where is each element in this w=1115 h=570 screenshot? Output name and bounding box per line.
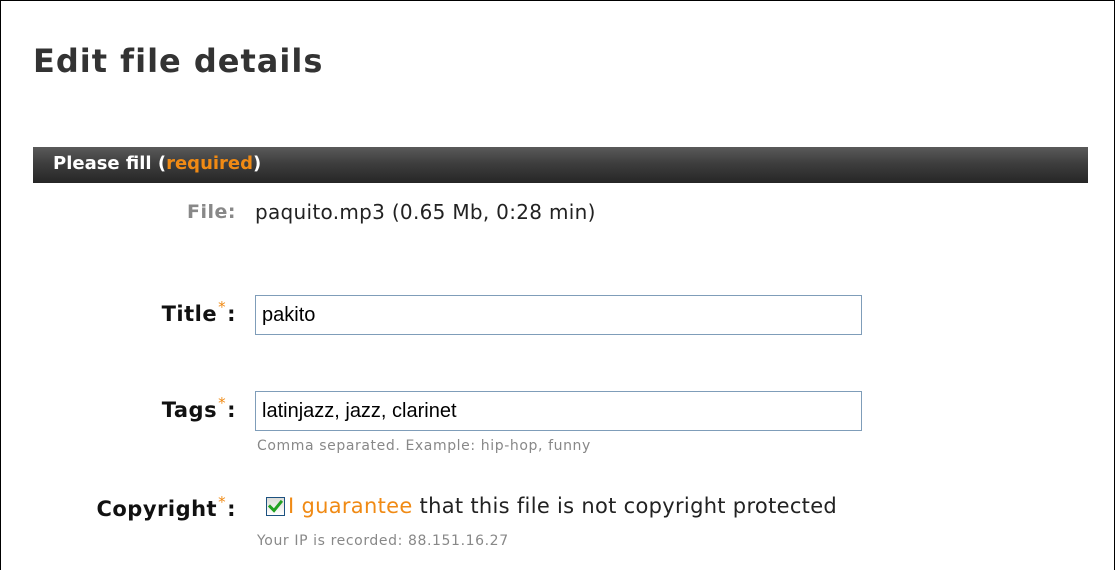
title-label-text: Title: [161, 302, 218, 326]
section-header-text: Please fill (required): [53, 153, 261, 174]
section-header-prefix: Please fill (: [53, 153, 167, 174]
title-input[interactable]: [255, 295, 862, 335]
checkmark-icon: [268, 500, 283, 513]
section-header: Please fill (required): [33, 147, 1088, 183]
required-asterisk: *: [218, 394, 227, 412]
tags-label-colon: :: [227, 398, 236, 422]
tags-input[interactable]: [255, 391, 862, 431]
ip-note: Your IP is recorded: 88.151.16.27: [257, 533, 509, 549]
copyright-label: Copyright*:: [96, 493, 236, 521]
copyright-statement-text: that this file is not copyright protecte…: [412, 494, 838, 518]
guarantee-link[interactable]: I guarantee: [288, 494, 413, 518]
page-title: Edit file details: [33, 42, 324, 80]
tags-label-text: Tags: [161, 398, 218, 422]
tags-hint: Comma separated. Example: hip-hop, funny: [257, 438, 591, 454]
file-info: paquito.mp3 (0.65 Mb, 0:28 min): [255, 200, 596, 224]
title-label: Title*:: [161, 298, 236, 326]
copyright-statement: I guarantee that this file is not copyri…: [288, 494, 837, 518]
copyright-checkbox[interactable]: [266, 497, 285, 516]
tags-label: Tags*:: [161, 394, 236, 422]
copyright-label-text: Copyright: [96, 497, 218, 521]
required-word: required: [166, 153, 254, 174]
title-label-colon: :: [227, 302, 236, 326]
copyright-label-colon: :: [227, 497, 236, 521]
section-header-suffix: ): [253, 153, 262, 174]
page-frame: [0, 0, 1115, 570]
required-asterisk: *: [218, 298, 227, 316]
file-label: File:: [187, 201, 236, 223]
required-asterisk: *: [218, 493, 227, 511]
